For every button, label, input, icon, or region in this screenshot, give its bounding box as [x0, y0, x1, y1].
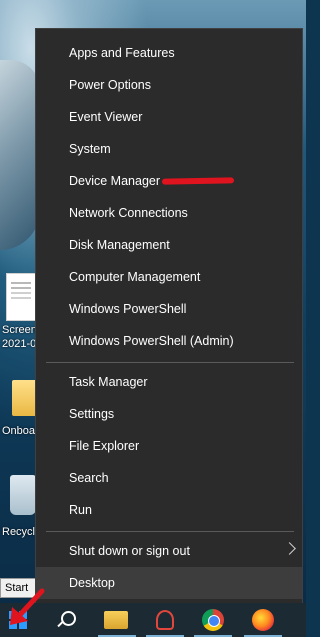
menu-item-windows-powershell-admin[interactable]: Windows PowerShell (Admin) — [36, 325, 302, 357]
menu-item-power-options[interactable]: Power Options — [36, 69, 302, 101]
menu-item-event-viewer[interactable]: Event Viewer — [36, 101, 302, 133]
taskbar-app-snipping-tool[interactable] — [142, 603, 188, 637]
taskbar-app-chrome[interactable] — [190, 603, 236, 637]
menu-item-label: Shut down or sign out — [69, 544, 190, 558]
menu-item-network-connections[interactable]: Network Connections — [36, 197, 302, 229]
chrome-icon — [202, 609, 224, 631]
menu-item-task-manager[interactable]: Task Manager — [36, 366, 302, 398]
menu-item-computer-management[interactable]: Computer Management — [36, 261, 302, 293]
file-explorer-icon — [104, 611, 128, 629]
firefox-icon — [252, 609, 274, 631]
chevron-right-icon — [283, 542, 296, 555]
winx-menu: Apps and Features Power Options Event Vi… — [35, 28, 303, 605]
desktop-icon-label: Screen — [2, 324, 37, 336]
annotation-highlight-mark — [161, 177, 235, 185]
desktop-icon-label: Recycl — [2, 526, 36, 538]
menu-item-windows-powershell[interactable]: Windows PowerShell — [36, 293, 302, 325]
search-icon — [61, 611, 76, 626]
taskbar-app-file-explorer[interactable] — [94, 603, 140, 637]
wallpaper-rock — [0, 60, 40, 250]
menu-item-desktop[interactable]: Desktop — [36, 567, 302, 599]
recycle-bin-icon[interactable] — [10, 475, 36, 515]
taskbar-app-firefox[interactable] — [240, 603, 286, 637]
menu-separator — [46, 531, 294, 532]
screenshot-file-icon[interactable] — [6, 273, 38, 321]
desktop-icon-label: Onboa — [2, 425, 36, 437]
menu-item-system[interactable]: System — [36, 133, 302, 165]
menu-item-shut-down-or-sign-out[interactable]: Shut down or sign out — [36, 535, 302, 567]
menu-item-search[interactable]: Search — [36, 462, 302, 494]
search-button[interactable] — [46, 603, 92, 637]
annotation-arrow-icon — [10, 588, 45, 625]
menu-item-file-explorer[interactable]: File Explorer — [36, 430, 302, 462]
desktop-icon-label-line2: 2021-0 — [2, 338, 37, 350]
menu-item-settings[interactable]: Settings — [36, 398, 302, 430]
menu-separator — [46, 362, 294, 363]
snipping-tool-icon — [156, 610, 174, 630]
menu-item-disk-management[interactable]: Disk Management — [36, 229, 302, 261]
menu-item-apps-and-features[interactable]: Apps and Features — [36, 37, 302, 69]
menu-item-run[interactable]: Run — [36, 494, 302, 526]
